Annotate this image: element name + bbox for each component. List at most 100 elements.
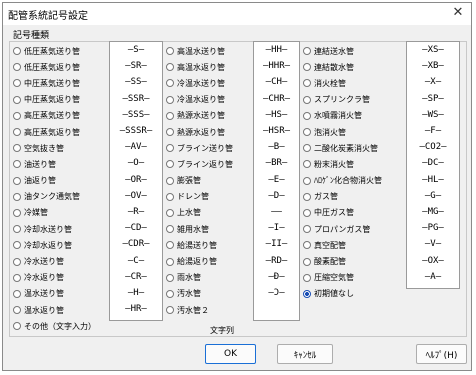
radio-button[interactable] [166, 306, 174, 315]
radio-option[interactable]: 温水送り管 [13, 286, 96, 302]
close-icon[interactable]: ✕ [451, 5, 465, 21]
radio-button[interactable] [13, 192, 21, 201]
radio-option[interactable]: 給湯送り管 [166, 237, 233, 253]
radio-option[interactable]: スプリンクラ管 [303, 92, 382, 108]
radio-button[interactable] [166, 257, 174, 266]
radio-option[interactable]: 空気抜き管 [13, 140, 96, 156]
radio-option[interactable]: ドレン管 [166, 189, 233, 205]
radio-button[interactable] [13, 289, 21, 298]
radio-option[interactable]: 高圧蒸気返り管 [13, 124, 96, 140]
help-button[interactable]: ﾍﾙﾌﾟ(H) [416, 344, 467, 364]
radio-button[interactable] [166, 289, 174, 298]
radio-option[interactable]: 上水管 [166, 205, 233, 221]
radio-option[interactable]: プロパンガス管 [303, 221, 382, 237]
radio-button[interactable] [13, 111, 21, 120]
radio-option[interactable]: 高温水送り管 [166, 43, 233, 59]
radio-option[interactable]: 油タンク通気管 [13, 189, 96, 205]
radio-button[interactable] [166, 144, 174, 153]
radio-button[interactable] [13, 306, 21, 315]
radio-button[interactable] [13, 79, 21, 88]
radio-button[interactable] [166, 176, 174, 185]
radio-option[interactable]: 酸素配管 [303, 253, 382, 269]
radio-button[interactable] [303, 289, 311, 298]
radio-button[interactable] [303, 128, 311, 137]
radio-button[interactable] [166, 111, 174, 120]
radio-button[interactable] [166, 192, 174, 201]
radio-button[interactable] [166, 273, 174, 282]
radio-option[interactable]: 冷却水送り管 [13, 221, 96, 237]
radio-option[interactable]: 水噴霧消火管 [303, 108, 382, 124]
ok-button[interactable]: OK [205, 344, 256, 364]
radio-button[interactable] [303, 79, 311, 88]
cancel-button[interactable]: ｷｬﾝｾﾙ [277, 344, 333, 364]
radio-button[interactable] [13, 225, 21, 234]
radio-button[interactable] [13, 322, 21, 331]
radio-option[interactable]: 冷温水送り管 [166, 75, 233, 91]
radio-option[interactable]: 高温水返り管 [166, 59, 233, 75]
radio-button[interactable] [13, 257, 21, 266]
radio-option[interactable]: ガス管 [303, 189, 382, 205]
radio-option[interactable]: 高圧蒸気送り管 [13, 108, 96, 124]
radio-button[interactable] [303, 241, 311, 250]
radio-option[interactable]: ブライン返り管 [166, 156, 233, 172]
radio-option[interactable]: 汚水管２ [166, 302, 233, 318]
radio-option[interactable]: 油送り管 [13, 156, 96, 172]
radio-option[interactable]: 冷水送り管 [13, 253, 96, 269]
radio-option[interactable]: 低圧蒸気返り管 [13, 59, 96, 75]
radio-option[interactable]: 油返り管 [13, 173, 96, 189]
radio-button[interactable] [303, 111, 311, 120]
radio-button[interactable] [166, 208, 174, 217]
radio-button[interactable] [166, 47, 174, 56]
radio-button[interactable] [303, 176, 311, 185]
radio-button[interactable] [13, 273, 21, 282]
radio-option[interactable]: 冷却水返り管 [13, 237, 96, 253]
radio-button[interactable] [303, 47, 311, 56]
radio-button[interactable] [166, 241, 174, 250]
radio-button[interactable] [166, 63, 174, 72]
radio-button[interactable] [13, 63, 21, 72]
radio-option[interactable]: ブライン送り管 [166, 140, 233, 156]
radio-option[interactable]: 汚水管 [166, 286, 233, 302]
radio-option[interactable]: 中圧ガス管 [303, 205, 382, 221]
radio-option[interactable]: 熱源水返り管 [166, 124, 233, 140]
radio-button[interactable] [13, 95, 21, 104]
radio-button[interactable] [166, 95, 174, 104]
radio-option[interactable]: 粉末消火管 [303, 156, 382, 172]
radio-button[interactable] [303, 225, 311, 234]
radio-option[interactable]: 連結送水管 [303, 43, 382, 59]
radio-option[interactable]: 雑用水管 [166, 221, 233, 237]
radio-button[interactable] [13, 128, 21, 137]
radio-option[interactable]: 圧縮空気管 [303, 270, 382, 286]
radio-option[interactable]: 中圧蒸気返り管 [13, 92, 96, 108]
radio-button[interactable] [13, 160, 21, 169]
radio-option[interactable]: 連結散水管 [303, 59, 382, 75]
radio-option[interactable]: ﾊﾛｹﾞﾝ化合物消火管 [303, 173, 382, 189]
radio-button[interactable] [166, 225, 174, 234]
radio-option[interactable]: 二酸化炭素消火管 [303, 140, 382, 156]
radio-button[interactable] [303, 95, 311, 104]
radio-option[interactable]: 冷温水返り管 [166, 92, 233, 108]
radio-option[interactable]: 熱源水送り管 [166, 108, 233, 124]
radio-button[interactable] [166, 79, 174, 88]
radio-option[interactable]: 初期値なし [303, 286, 382, 302]
radio-button[interactable] [303, 192, 311, 201]
radio-button[interactable] [303, 63, 311, 72]
radio-button[interactable] [303, 144, 311, 153]
radio-button[interactable] [303, 257, 311, 266]
radio-option[interactable]: 低圧蒸気送り管 [13, 43, 96, 59]
radio-button[interactable] [13, 241, 21, 250]
radio-option[interactable]: 給湯返り管 [166, 253, 233, 269]
radio-button[interactable] [166, 128, 174, 137]
radio-button[interactable] [166, 160, 174, 169]
radio-option[interactable]: 中圧蒸気送り管 [13, 75, 96, 91]
radio-option[interactable]: その他（文字入力） [13, 318, 96, 334]
radio-button[interactable] [13, 176, 21, 185]
radio-option[interactable]: 冷水返り管 [13, 270, 96, 286]
radio-option[interactable]: 雨水管 [166, 270, 233, 286]
radio-button[interactable] [303, 160, 311, 169]
radio-option[interactable]: 膨張管 [166, 173, 233, 189]
radio-button[interactable] [13, 208, 21, 217]
radio-option[interactable]: 温水返り管 [13, 302, 96, 318]
radio-option[interactable]: 消火栓管 [303, 75, 382, 91]
radio-button[interactable] [13, 144, 21, 153]
